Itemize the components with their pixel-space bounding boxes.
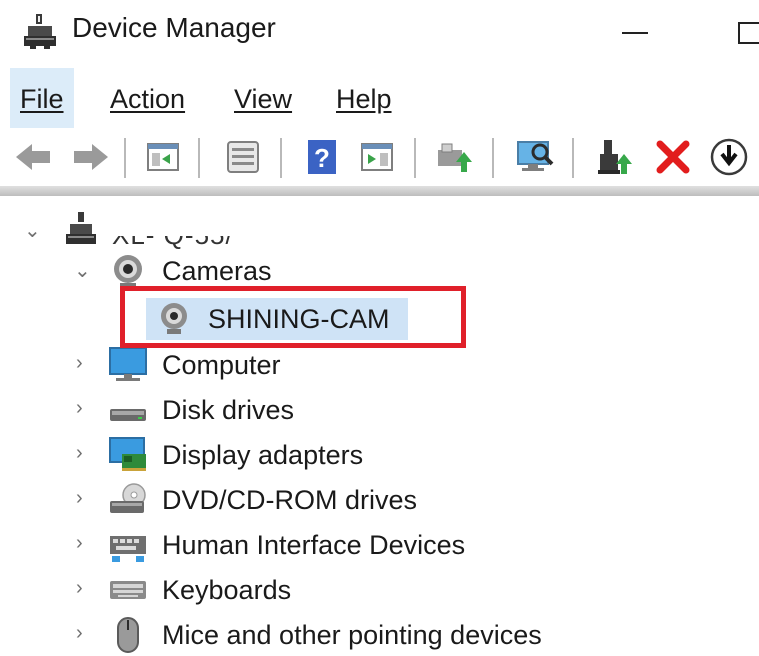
menu-file-label: File — [20, 84, 64, 114]
toolbar-separator — [414, 138, 416, 178]
menu-view-label: View — [234, 84, 293, 114]
toolbar-separator — [492, 138, 494, 178]
toolbar-separator — [124, 138, 126, 178]
toolbar-separator — [198, 138, 200, 178]
tree-node-label: Mice and other pointing devices — [162, 620, 542, 650]
tree-node-label: Computer — [162, 350, 281, 380]
chevron-right-icon[interactable]: › — [76, 397, 92, 420]
tree-node-disk-drives[interactable]: › Disk drives — [0, 391, 600, 431]
menu-action[interactable]: Action — [100, 68, 195, 128]
show-hide-console-tree-icon[interactable] — [142, 136, 184, 178]
chevron-right-icon[interactable]: › — [76, 487, 92, 510]
camera-icon — [114, 255, 142, 287]
toolbar-divider — [0, 186, 759, 196]
menu-bar: File Action View Help — [0, 68, 759, 128]
chevron-right-icon[interactable]: › — [76, 352, 92, 375]
tree-node-label: Disk drives — [162, 395, 295, 425]
properties-icon[interactable] — [222, 136, 264, 178]
menu-help[interactable]: Help — [326, 68, 402, 128]
toolbar: ? — [0, 128, 759, 188]
disable-device-icon[interactable] — [708, 136, 750, 178]
tree-node-label: Display adapters — [162, 440, 364, 470]
device-tree-nodes: ⌄ Cameras SHINING-CAM › Computer › Disk … — [0, 198, 759, 655]
enable-device-icon[interactable] — [594, 136, 636, 178]
chevron-right-icon[interactable]: › — [76, 622, 92, 645]
svg-text:?: ? — [314, 143, 330, 173]
chevron-down-icon[interactable]: ⌄ — [74, 258, 91, 283]
scan-hardware-changes-icon[interactable] — [514, 136, 556, 178]
toolbar-separator — [280, 138, 282, 178]
tree-node-label: DVD/CD-ROM drives — [162, 485, 418, 515]
menu-action-label: Action — [110, 84, 186, 114]
disk-drive-icon — [110, 409, 146, 421]
chevron-right-icon[interactable]: › — [76, 577, 92, 600]
keyboard-icon — [110, 581, 146, 599]
tree-node-display-adapters[interactable]: › Display adapters — [0, 436, 600, 476]
tree-node-label: Cameras — [162, 256, 272, 286]
tree-node-label: Human Interface Devices — [162, 530, 466, 560]
show-action-pane-icon[interactable] — [356, 136, 398, 178]
tree-node-label: Keyboards — [162, 575, 292, 605]
menu-file[interactable]: File — [10, 68, 74, 128]
update-driver-icon[interactable] — [434, 136, 476, 178]
help-icon[interactable]: ? — [302, 136, 344, 178]
back-arrow-icon[interactable] — [12, 136, 54, 178]
dvd-drive-icon — [110, 483, 146, 513]
maximize-button[interactable] — [738, 22, 759, 44]
menu-view[interactable]: View — [224, 68, 302, 128]
title-bar: Device Manager — [0, 0, 759, 64]
device-manager-icon — [24, 14, 56, 49]
mouse-icon — [117, 617, 139, 653]
menu-help-label: Help — [336, 84, 392, 114]
forward-arrow-icon[interactable] — [70, 136, 112, 178]
chevron-right-icon[interactable]: › — [76, 532, 92, 555]
minimize-button[interactable] — [622, 14, 652, 46]
annotation-highlight-box — [120, 286, 466, 348]
tree-node-human-interface-devices[interactable]: › Human Interface Devices — [0, 526, 640, 566]
tree-node-dvd-cd-rom-drives[interactable]: › DVD/CD-ROM drives — [0, 481, 600, 521]
tree-node-keyboards[interactable]: › Keyboards — [0, 571, 600, 611]
uninstall-device-icon[interactable] — [652, 136, 694, 178]
monitor-icon — [109, 347, 147, 381]
hid-icon — [110, 536, 146, 562]
chevron-right-icon[interactable]: › — [76, 442, 92, 465]
tree-node-mice[interactable]: › Mice and other pointing devices — [0, 616, 640, 656]
toolbar-separator — [572, 138, 574, 178]
tree-node-computer[interactable]: › Computer — [0, 346, 600, 386]
display-adapter-icon — [109, 437, 146, 471]
window-title: Device Manager — [72, 12, 276, 43]
